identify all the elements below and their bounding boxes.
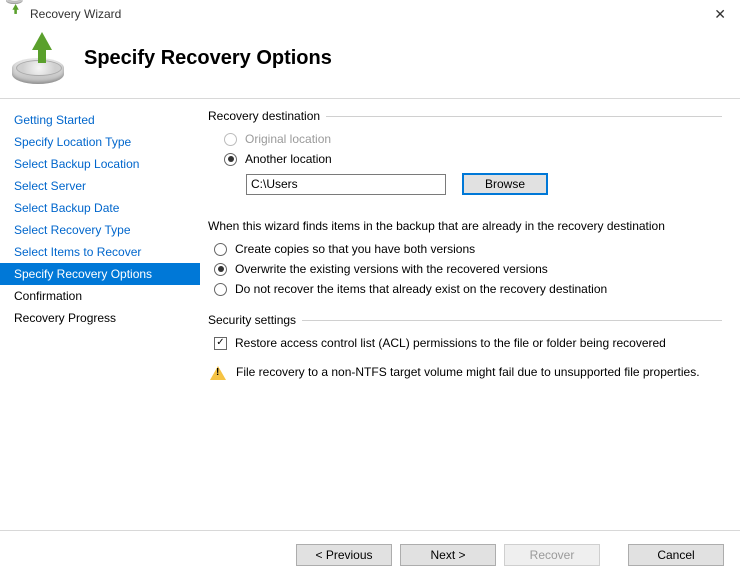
step-confirmation: Confirmation — [0, 285, 200, 307]
radio-label: Original location — [245, 132, 331, 146]
radio-label: Create copies so that you have both vers… — [235, 242, 475, 256]
conflict-group-label: When this wizard finds items in the back… — [208, 219, 665, 233]
destination-group-label: Recovery destination — [208, 109, 320, 123]
page-title: Specify Recovery Options — [84, 47, 332, 70]
radio-original-location: Original location — [218, 129, 722, 149]
window-title: Recovery Wizard — [30, 7, 708, 21]
radio-icon — [224, 133, 237, 146]
cancel-button[interactable]: Cancel — [628, 544, 724, 566]
radio-label: Overwrite the existing versions with the… — [235, 262, 548, 276]
next-button[interactable]: Next > — [400, 544, 496, 566]
step-specify-location-type[interactable]: Specify Location Type — [0, 131, 200, 153]
step-select-recovery-type[interactable]: Select Recovery Type — [0, 219, 200, 241]
wizard-footer: < Previous Next > Recover Cancel — [0, 530, 740, 578]
step-select-server[interactable]: Select Server — [0, 175, 200, 197]
radio-icon — [224, 153, 237, 166]
step-getting-started[interactable]: Getting Started — [0, 109, 200, 131]
warning-text: File recovery to a non-NTFS target volum… — [236, 365, 700, 379]
checkbox-label: Restore access control list (ACL) permis… — [235, 336, 666, 350]
radio-create-copies[interactable]: Create copies so that you have both vers… — [208, 239, 722, 259]
content-panel: Recovery destination Original location A… — [200, 99, 740, 531]
app-icon — [8, 6, 24, 22]
step-specify-recovery-options[interactable]: Specify Recovery Options — [0, 263, 200, 285]
security-group-label: Security settings — [208, 313, 296, 327]
radio-icon — [214, 283, 227, 296]
recovery-path-input[interactable] — [246, 174, 446, 195]
recover-button: Recover — [504, 544, 600, 566]
radio-do-not-recover[interactable]: Do not recover the items that already ex… — [208, 279, 722, 299]
radio-label: Another location — [245, 152, 332, 166]
radio-icon — [214, 263, 227, 276]
group-separator — [302, 320, 722, 321]
warning-row: File recovery to a non-NTFS target volum… — [208, 365, 722, 380]
step-select-backup-location[interactable]: Select Backup Location — [0, 153, 200, 175]
group-separator — [326, 116, 722, 117]
previous-button[interactable]: < Previous — [296, 544, 392, 566]
radio-another-location[interactable]: Another location — [218, 149, 722, 169]
close-icon[interactable]: ✕ — [708, 4, 732, 25]
wizard-steps-sidebar: Getting Started Specify Location Type Se… — [0, 99, 200, 531]
warning-icon — [210, 366, 226, 380]
browse-button[interactable]: Browse — [462, 173, 548, 195]
radio-label: Do not recover the items that already ex… — [235, 282, 607, 296]
radio-overwrite[interactable]: Overwrite the existing versions with the… — [208, 259, 722, 279]
step-select-items-to-recover[interactable]: Select Items to Recover — [0, 241, 200, 263]
recovery-icon — [12, 32, 64, 84]
radio-icon — [214, 243, 227, 256]
step-select-backup-date[interactable]: Select Backup Date — [0, 197, 200, 219]
titlebar: Recovery Wizard ✕ — [0, 0, 740, 28]
step-recovery-progress: Recovery Progress — [0, 307, 200, 329]
checkbox-restore-acl[interactable]: ✓ Restore access control list (ACL) perm… — [208, 333, 722, 353]
header: Specify Recovery Options — [0, 28, 740, 98]
checkbox-icon: ✓ — [214, 337, 227, 350]
